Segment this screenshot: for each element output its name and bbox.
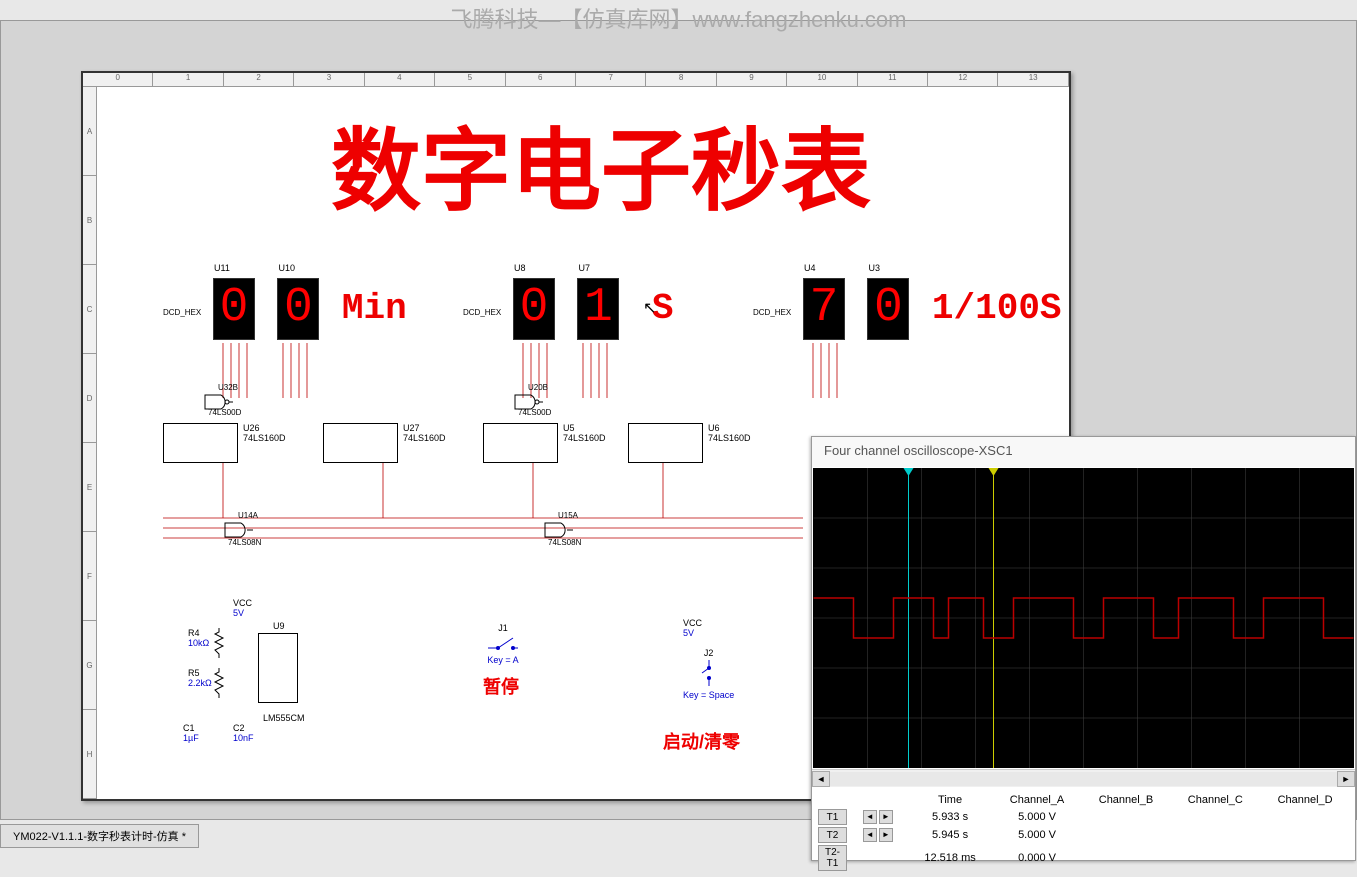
ic-u9-555[interactable] [258, 633, 298, 703]
t1-label: T1 [818, 809, 847, 825]
oscilloscope-scrollbar[interactable]: ◄ ► [812, 769, 1355, 787]
seven-seg-u8[interactable]: U8 0 [513, 278, 555, 340]
ic-u27[interactable] [323, 423, 398, 463]
diff-label: T2-T1 [818, 845, 847, 871]
r4-label: R4 10kΩ [188, 628, 209, 648]
schematic-title: 数字电子秒表 [183, 98, 1019, 228]
oscilloscope-title: Four channel oscilloscope-XSC1 [812, 437, 1355, 467]
t2-left-button[interactable]: ◄ [863, 828, 877, 842]
scroll-left-icon[interactable]: ◄ [812, 771, 830, 787]
workspace: 012345678910111213 ABCDEFGH 数字电子秒表 DCD_H… [0, 20, 1357, 820]
scroll-right-icon[interactable]: ► [1337, 771, 1355, 787]
vcc-j2: VCC 5V [683, 618, 702, 638]
t2-time: 5.945 s [909, 827, 992, 843]
unit-sec: S [652, 288, 674, 329]
resistor-r5[interactable] [213, 668, 225, 698]
seven-seg-u4[interactable]: U4 7 [803, 278, 845, 340]
unit-min: Min [342, 288, 407, 329]
oscilloscope-window[interactable]: Four channel oscilloscope-XSC1 ◄ ► [811, 436, 1356, 861]
c1-label: C1 1µF [183, 723, 199, 743]
oscilloscope-screen[interactable] [813, 468, 1354, 768]
seven-seg-u7[interactable]: U7 1 [577, 278, 619, 340]
document-tab[interactable]: YM022-V1.1.1-数字秒表计时-仿真 * [0, 824, 199, 848]
c2-label: C2 10nF [233, 723, 254, 743]
t1-cha: 5.000 V [994, 809, 1081, 825]
t1-left-button[interactable]: ◄ [863, 810, 877, 824]
vcc-label: VCC 5V [233, 598, 252, 618]
pause-label: 暂停 [483, 673, 519, 699]
gate-u15a[interactable] [543, 521, 573, 539]
display-group-minutes: DCD_HEX U11 0 U10 0 Min [213, 278, 407, 340]
ic-u6[interactable] [628, 423, 703, 463]
t1-right-button[interactable]: ► [879, 810, 893, 824]
seven-seg-u11[interactable]: U11 0 [213, 278, 255, 340]
diff-cha: 0.000 V [994, 845, 1081, 871]
t2-right-button[interactable]: ► [879, 828, 893, 842]
ruler-vertical: ABCDEFGH [83, 87, 97, 799]
resistor-r4[interactable] [213, 628, 225, 658]
display-group-hundredths: DCD_HEX U4 7 U3 0 1/100S [803, 278, 1062, 340]
t1-time: 5.933 s [909, 809, 992, 825]
oscilloscope-data-panel: Time Channel_A Channel_B Channel_C Chann… [812, 787, 1355, 877]
switch-j1[interactable]: J1 Key = A [483, 623, 523, 665]
ic-u5[interactable] [483, 423, 558, 463]
ruler-horizontal: 012345678910111213 [83, 73, 1069, 87]
switch-j2[interactable]: J2 Key = Space [683, 648, 734, 700]
ic-u26[interactable] [163, 423, 238, 463]
display-group-seconds: DCD_HEX U8 0 U7 1 S [513, 278, 664, 340]
r5-label: R5 2.2kΩ [188, 668, 212, 688]
unit-hsec: 1/100S [932, 288, 1062, 329]
start-label: 启动/清零 [663, 728, 740, 754]
seven-seg-u10[interactable]: U10 0 [277, 278, 319, 340]
t2-label: T2 [818, 827, 847, 843]
gate-u14a[interactable] [223, 521, 253, 539]
diff-time: 12.518 ms [909, 845, 992, 871]
seven-seg-u3[interactable]: U3 0 [867, 278, 909, 340]
t2-cha: 5.000 V [994, 827, 1081, 843]
